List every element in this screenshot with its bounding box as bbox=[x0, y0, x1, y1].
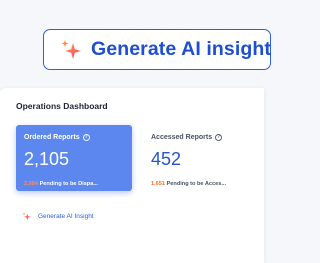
generate-ai-insight-link[interactable]: Generate AI Insight bbox=[22, 212, 94, 221]
sparkle-icon bbox=[60, 39, 82, 61]
card-title: Ordered Reports bbox=[24, 134, 80, 141]
card-header: Accessed Reports ? bbox=[151, 134, 223, 141]
pending-count: 2,084 bbox=[24, 181, 38, 187]
info-icon[interactable]: ? bbox=[215, 134, 223, 141]
generate-ai-insight-button[interactable]: Generate AI insight bbox=[43, 29, 271, 70]
card-title: Accessed Reports bbox=[151, 134, 213, 141]
accessed-reports-card[interactable]: Accessed Reports ? 452 1,651 Pending to … bbox=[141, 125, 257, 191]
pending-count: 1,651 bbox=[151, 181, 165, 187]
pending-text: Pending to be Acces... bbox=[166, 181, 227, 187]
card-pending: 2,084 Pending to be Dispa... bbox=[24, 181, 130, 187]
pending-text: Pending to be Dispa... bbox=[39, 181, 98, 187]
dashboard-title: Operations Dashboard bbox=[16, 101, 108, 111]
card-value: 452 bbox=[151, 149, 182, 169]
card-pending: 1,651 Pending to be Acces... bbox=[151, 181, 261, 187]
generate-button-label: Generate AI insight bbox=[91, 38, 271, 60]
card-value: 2,105 bbox=[24, 149, 70, 169]
ordered-reports-card[interactable]: Ordered Reports ? 2,105 2,084 Pending to… bbox=[16, 125, 132, 191]
sparkle-icon bbox=[22, 212, 31, 221]
operations-dashboard-panel: Operations Dashboard Ordered Reports ? 2… bbox=[0, 88, 264, 263]
insight-link-label: Generate AI Insight bbox=[38, 213, 94, 220]
card-header: Ordered Reports ? bbox=[24, 134, 90, 141]
info-icon[interactable]: ? bbox=[82, 134, 90, 141]
